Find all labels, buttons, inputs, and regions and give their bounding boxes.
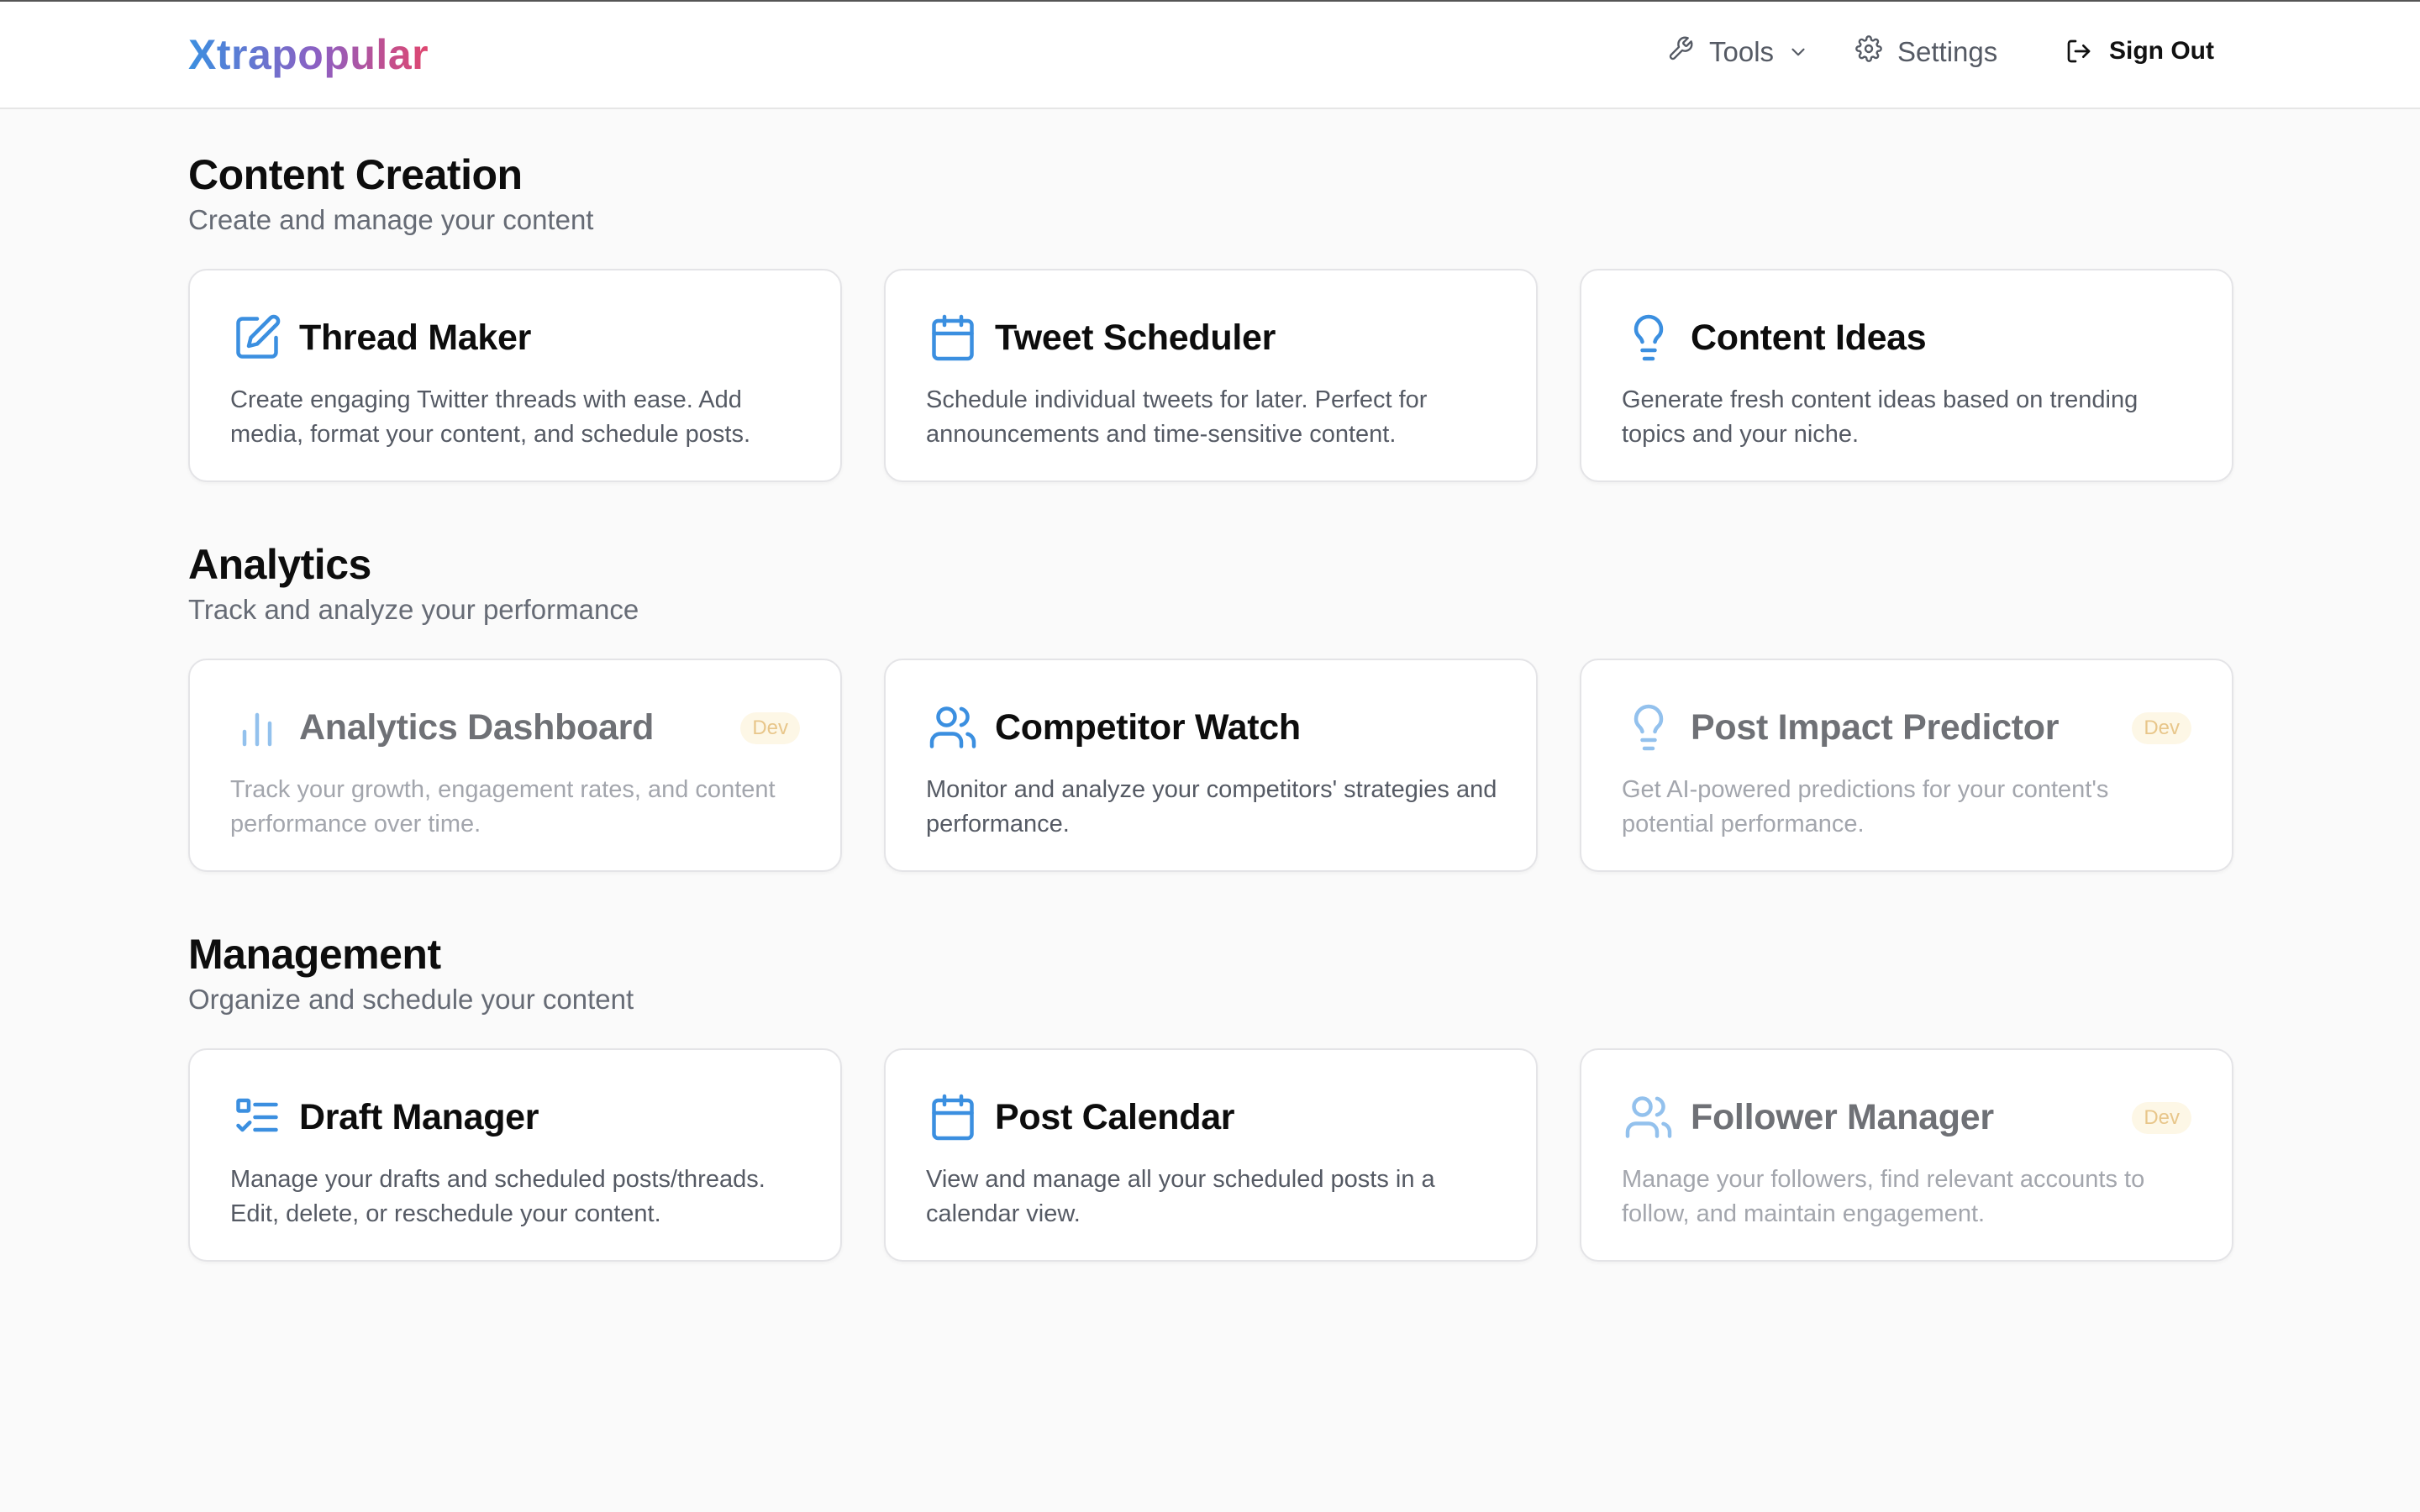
card-title: Tweet Scheduler: [995, 318, 1276, 358]
card-title: Post Calendar: [995, 1097, 1235, 1137]
section-subtitle: Create and manage your content: [188, 204, 594, 235]
card-title: Thread Maker: [299, 318, 532, 358]
log-out-icon: [2065, 38, 2092, 65]
section-management: Management Organize and schedule your co…: [188, 929, 2233, 1262]
section-analytics: Analytics Track and analyze your perform…: [188, 539, 2233, 872]
sign-out-label: Sign Out: [2109, 37, 2214, 65]
section-title: Analytics: [188, 541, 371, 588]
sign-out-button[interactable]: Sign Out: [2065, 37, 2214, 66]
card-description: Schedule individual tweets for later. Pe…: [926, 386, 1428, 448]
card-title: Post Impact Predictor: [1691, 707, 2060, 748]
tool-cards: Draft Manager Manage your drafts and sch…: [188, 1048, 2233, 1262]
card-analytics-dashboard[interactable]: Analytics Dashboard Dev Track your growt…: [188, 659, 842, 872]
card-description: Get AI-powered predictions for your cont…: [1622, 776, 2109, 837]
chevron-down-icon: [1787, 41, 1809, 63]
card-thread-maker[interactable]: Thread Maker Create engaging Twitter thr…: [188, 269, 842, 482]
settings-label: Settings: [1897, 36, 1998, 67]
card-description: View and manage all your scheduled posts…: [926, 1166, 1435, 1227]
tool-cards: Thread Maker Create engaging Twitter thr…: [188, 269, 2233, 482]
dev-badge: Dev: [2132, 712, 2191, 744]
calendar-icon: [926, 1090, 980, 1144]
card-post-calendar[interactable]: Post Calendar View and manage all your s…: [884, 1048, 1538, 1262]
card-description: Generate fresh content ideas based on tr…: [1622, 386, 2139, 448]
card-description: Track your growth, engagement rates, and…: [230, 776, 776, 837]
section-title: Content Creation: [188, 151, 523, 198]
section-subtitle: Track and analyze your performance: [188, 594, 639, 625]
card-description: Monitor and analyze your competitors' st…: [926, 776, 1497, 837]
tool-cards: Analytics Dashboard Dev Track your growt…: [188, 659, 2233, 872]
tools-menu-button[interactable]: Tools: [1667, 35, 1809, 69]
card-title: Competitor Watch: [995, 707, 1301, 748]
gear-icon: [1855, 35, 1882, 69]
section-title: Management: [188, 931, 441, 978]
tools-label: Tools: [1709, 36, 1775, 67]
top-navbar: Xtrapopular Tools Settings Sign Out: [0, 2, 2420, 109]
users-icon: [926, 701, 980, 754]
users-icon: [1622, 1090, 1676, 1144]
settings-link[interactable]: Settings: [1855, 35, 1997, 69]
card-title: Follower Manager: [1691, 1097, 1994, 1137]
card-title: Analytics Dashboard: [299, 707, 655, 748]
section-subtitle: Organize and schedule your content: [188, 984, 634, 1015]
list-checks-icon: [230, 1090, 284, 1144]
pencil-square-icon: [230, 311, 284, 365]
card-follower-manager[interactable]: Follower Manager Dev Manage your followe…: [1580, 1048, 2233, 1262]
card-title: Content Ideas: [1691, 318, 1927, 358]
dev-badge: Dev: [2132, 1102, 2191, 1134]
wrench-icon: [1667, 35, 1694, 69]
card-title: Draft Manager: [299, 1097, 539, 1137]
card-description: Manage your followers, find relevant acc…: [1622, 1166, 2145, 1227]
section-content-creation: Content Creation Create and manage your …: [188, 150, 2233, 482]
card-description: Create engaging Twitter threads with eas…: [230, 386, 751, 448]
card-post-impact-predictor[interactable]: Post Impact Predictor Dev Get AI-powered…: [1580, 659, 2233, 872]
card-content-ideas[interactable]: Content Ideas Generate fresh content ide…: [1580, 269, 2233, 482]
lightbulb-icon: [1622, 701, 1676, 754]
dev-badge: Dev: [740, 712, 800, 744]
bar-chart-icon: [230, 701, 284, 754]
card-draft-manager[interactable]: Draft Manager Manage your drafts and sch…: [188, 1048, 842, 1262]
calendar-icon: [926, 311, 980, 365]
lightbulb-icon: [1622, 311, 1676, 365]
card-competitor-watch[interactable]: Competitor Watch Monitor and analyze you…: [884, 659, 1538, 872]
card-tweet-scheduler[interactable]: Tweet Scheduler Schedule individual twee…: [884, 269, 1538, 482]
card-description: Manage your drafts and scheduled posts/t…: [230, 1166, 765, 1227]
